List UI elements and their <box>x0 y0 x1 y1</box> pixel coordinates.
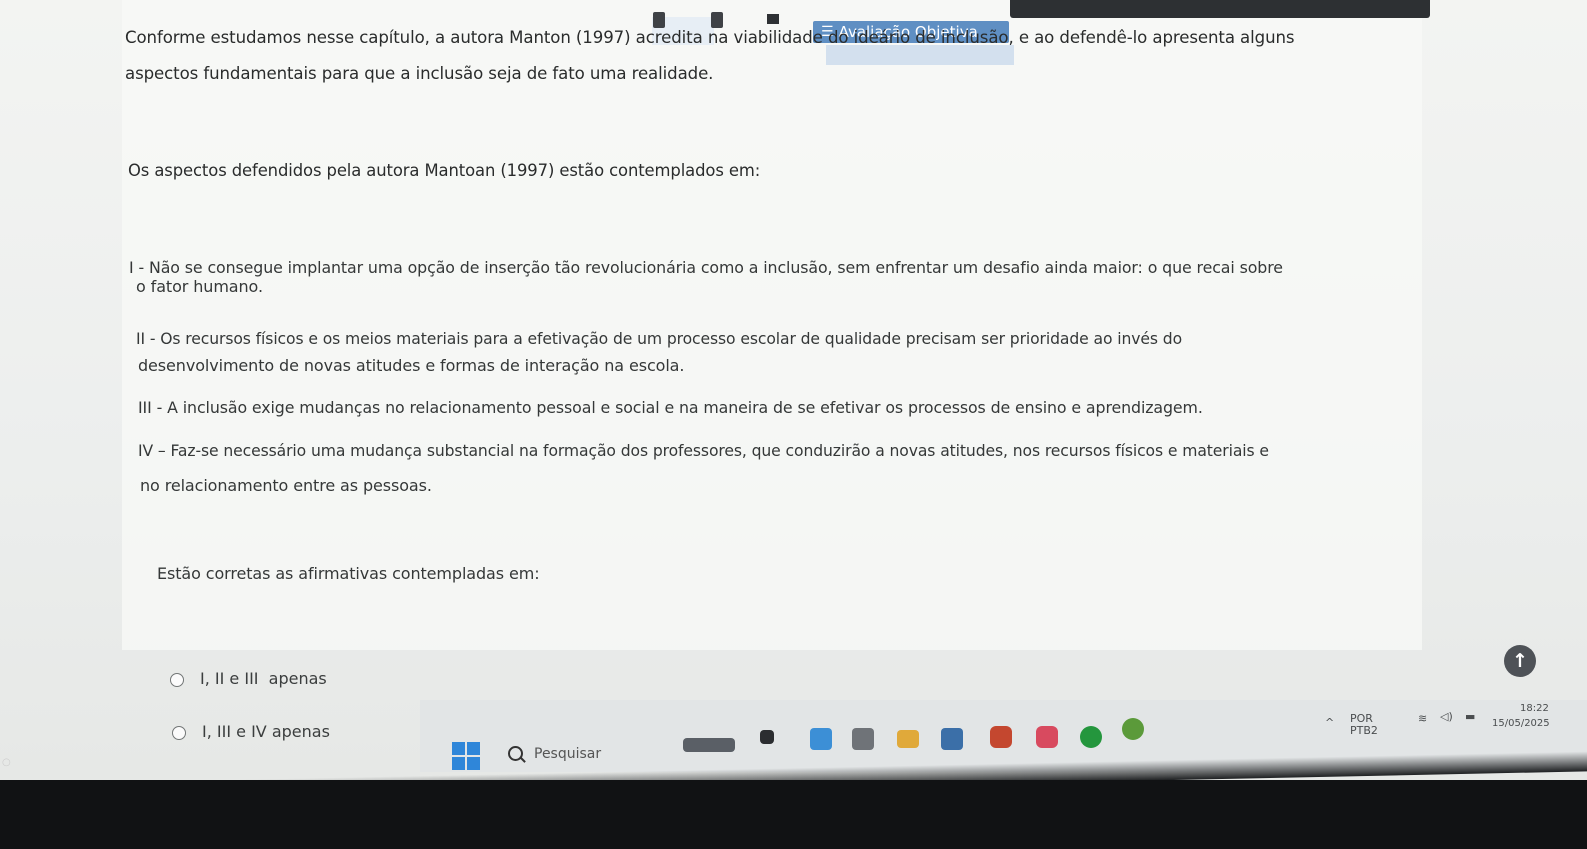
statement-4-line-2: no relacionamento entre as pessoas. <box>140 476 432 495</box>
store-icon[interactable] <box>852 728 874 750</box>
windows-start-icon[interactable] <box>452 742 480 770</box>
statement-1-line-1: I - Não se consegue implantar uma opção … <box>129 258 1283 277</box>
option-1-radio[interactable] <box>170 673 184 687</box>
scroll-up-button[interactable]: ↑ <box>1504 645 1536 677</box>
question-prompt: Os aspectos defendidos pela autora Manto… <box>128 161 761 180</box>
text-highlight <box>826 45 1014 65</box>
tray-time[interactable]: 18:22 <box>1520 703 1549 714</box>
edge-icon[interactable] <box>810 728 832 750</box>
volume-icon[interactable]: ◁) <box>1440 710 1453 723</box>
intro-line-2: aspectos fundamentais para que a inclusã… <box>125 64 714 83</box>
document-icon[interactable] <box>653 12 665 28</box>
whatsapp-icon[interactable] <box>1080 726 1102 748</box>
app-icon[interactable] <box>941 728 963 750</box>
option-2-label[interactable]: I, III e IV apenas <box>202 722 330 741</box>
statement-1-line-2: o fator humano. <box>136 277 263 296</box>
monitor-bezel <box>0 780 1587 849</box>
document-icon-2[interactable] <box>711 12 723 28</box>
statement-2-line-1: II - Os recursos físicos e os meios mate… <box>136 330 1183 348</box>
search-icon[interactable] <box>508 746 523 761</box>
k-app-icon[interactable] <box>1122 718 1144 740</box>
vivaldi-icon[interactable] <box>1036 726 1058 748</box>
taskbar-search[interactable]: Pesquisar <box>534 746 601 762</box>
intro-line-1: Conforme estudamos nesse capítulo, a aut… <box>125 28 1295 47</box>
wifi-icon[interactable]: ≋ <box>1418 712 1427 725</box>
statement-3-line-1: III - A inclusão exige mudanças no relac… <box>138 398 1203 417</box>
chevron-up-icon[interactable]: ^ <box>1325 716 1334 729</box>
option-1-label[interactable]: I, II e III apenas <box>200 669 327 688</box>
widgets-icon[interactable] <box>683 738 735 752</box>
top-toolbar <box>1010 0 1430 18</box>
file-explorer-icon[interactable] <box>897 730 919 748</box>
answer-instruction: Estão corretas as afirmativas contemplad… <box>157 564 540 583</box>
cursor-mark: ○ <box>2 757 11 768</box>
task-view-icon[interactable] <box>760 730 774 744</box>
tray-date[interactable]: 15/05/2025 <box>1492 718 1550 729</box>
screen: ☰ Avaliação Objetiva Conforme estudamos … <box>0 0 1587 780</box>
question-card <box>122 0 1422 650</box>
camera-icon[interactable] <box>767 14 779 24</box>
option-2-radio[interactable] <box>172 726 186 740</box>
statement-4-line-1: IV – Faz-se necessário uma mudança subst… <box>138 442 1269 460</box>
battery-icon[interactable]: ▬ <box>1465 710 1475 723</box>
tray-layout[interactable]: PTB2 <box>1350 724 1378 737</box>
brave-icon[interactable] <box>990 726 1012 748</box>
statement-2-line-2: desenvolvimento de novas atitudes e form… <box>138 356 685 375</box>
